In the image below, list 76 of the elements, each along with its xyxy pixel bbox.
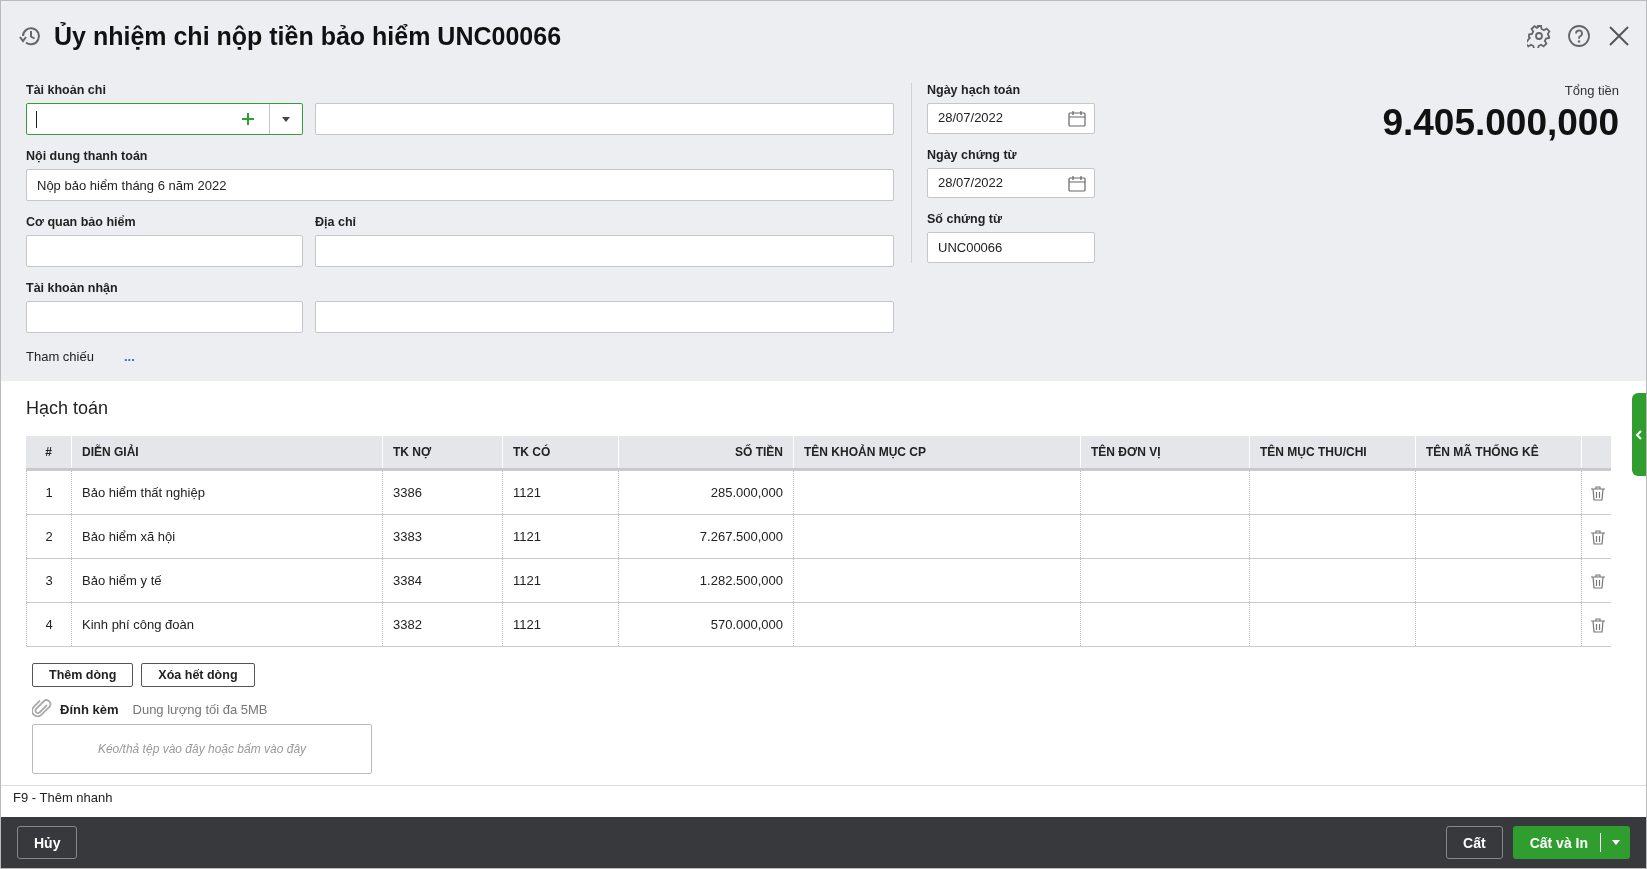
table-cell: 1121 [502, 559, 618, 602]
attachment-label: Đính kèm [60, 701, 119, 717]
column-header: # [44, 444, 53, 461]
table-cell: 7.267.500,000 [618, 515, 793, 558]
history-icon[interactable] [18, 24, 42, 48]
column-header: TÊN KHOẢN MỤC CP [793, 436, 1080, 468]
field-label: Địa chỉ [315, 215, 357, 230]
trash-icon[interactable] [1589, 484, 1606, 501]
table-cell: Kinh phí công đoàn [71, 603, 382, 646]
column-header: TÊN MỤC THU/CHI [1249, 436, 1415, 468]
column-header: TK CÓ [502, 436, 618, 468]
posting-date-field[interactable]: 28/07/2022 [927, 103, 1095, 134]
insurance-agency-field[interactable] [26, 235, 303, 267]
table-cell: 1121 [502, 471, 618, 514]
chevron-left-icon [1635, 429, 1643, 440]
payment-content-field[interactable]: Nộp bảo hiểm tháng 6 năm 2022 [26, 169, 894, 201]
shortcut-hint: F9 - Thêm nhanh [1, 785, 1646, 808]
column-header: DIỄN GIẢI [71, 436, 382, 468]
row-action-button[interactable]: Thêm dòng [32, 663, 134, 687]
account-name-field[interactable] [315, 103, 894, 135]
table-cell: 570.000,000 [618, 603, 793, 646]
paperclip-icon[interactable] [32, 699, 52, 719]
calendar-icon[interactable] [1068, 109, 1086, 127]
trash-icon[interactable] [1589, 528, 1606, 545]
plus-icon[interactable] [241, 112, 255, 126]
column-header: TK NỢ [382, 436, 502, 468]
table-cell: 285.000,000 [618, 471, 793, 514]
table-cell: 3384 [382, 559, 502, 602]
table-cell: Bảo hiểm thất nghiệp [71, 471, 382, 514]
total-amount: 9.405.000,000 [1382, 102, 1619, 144]
document-date-field[interactable]: 28/07/2022 [927, 167, 1095, 199]
field-label: Nội dung thanh toán [26, 149, 149, 164]
account-combo-field[interactable] [26, 103, 303, 135]
reference-link[interactable]: ... [123, 349, 135, 364]
cancel-button[interactable]: Hủy [17, 826, 78, 859]
field-label: Ngày chứng từ [927, 147, 1018, 163]
calendar-icon[interactable] [1068, 174, 1086, 192]
field-label: Tài khoản chi [26, 83, 107, 98]
save-button[interactable]: Cất [1446, 826, 1503, 859]
table-cell: 3 [26, 559, 71, 602]
caret-icon [281, 115, 291, 123]
trash-icon[interactable] [1589, 616, 1606, 633]
table-cell: Bảo hiểm y tế [71, 559, 382, 602]
collapse-panel-tab[interactable] [1632, 393, 1646, 476]
reference-label: Tham chiếu [26, 349, 94, 364]
address-field[interactable] [315, 235, 894, 267]
receiving-account-field[interactable] [26, 301, 303, 333]
trash-icon[interactable] [1589, 572, 1606, 589]
table-cell: 1 [26, 471, 71, 514]
column-header: SỐ TIỀN [618, 436, 793, 468]
table-cell: 1121 [502, 603, 618, 646]
field-label: Số chứng từ [927, 212, 1004, 228]
receiving-account-name-field[interactable] [315, 301, 894, 333]
field-label: Ngày hạch toán [927, 83, 1022, 98]
table-cell: 1.282.500,000 [618, 559, 793, 602]
section-title: Hạch toán [26, 398, 110, 419]
table-cell: Bảo hiểm xã hội [71, 515, 382, 558]
caret-icon [1610, 839, 1621, 846]
total-label: Tổng tiền [1564, 83, 1619, 98]
help-icon[interactable] [1567, 24, 1591, 48]
column-header: TÊN ĐƠN VỊ [1080, 436, 1249, 468]
attachment-hint: Dung lượng tối đa 5MB [132, 701, 268, 717]
table-cell: 3382 [382, 603, 502, 646]
table-cell: 4 [26, 603, 71, 646]
field-label: Tài khoản nhận [26, 281, 119, 296]
close-icon[interactable] [1607, 24, 1631, 48]
table-cell: 3383 [382, 515, 502, 558]
document-number-field[interactable]: UNC00066 [927, 232, 1095, 263]
settings-icon[interactable] [1527, 24, 1551, 48]
field-label: Cơ quan bảo hiểm [26, 215, 137, 230]
table-cell: 1121 [502, 515, 618, 558]
window-title: Ủy nhiệm chi nộp tiền bảo hiểm UNC00066 [54, 21, 562, 51]
table-cell: 2 [26, 515, 71, 558]
table-cell: 3386 [382, 471, 502, 514]
column-header: TÊN MÃ THỐNG KÊ [1415, 436, 1581, 468]
row-action-button[interactable]: Xóa hết dòng [141, 663, 255, 687]
